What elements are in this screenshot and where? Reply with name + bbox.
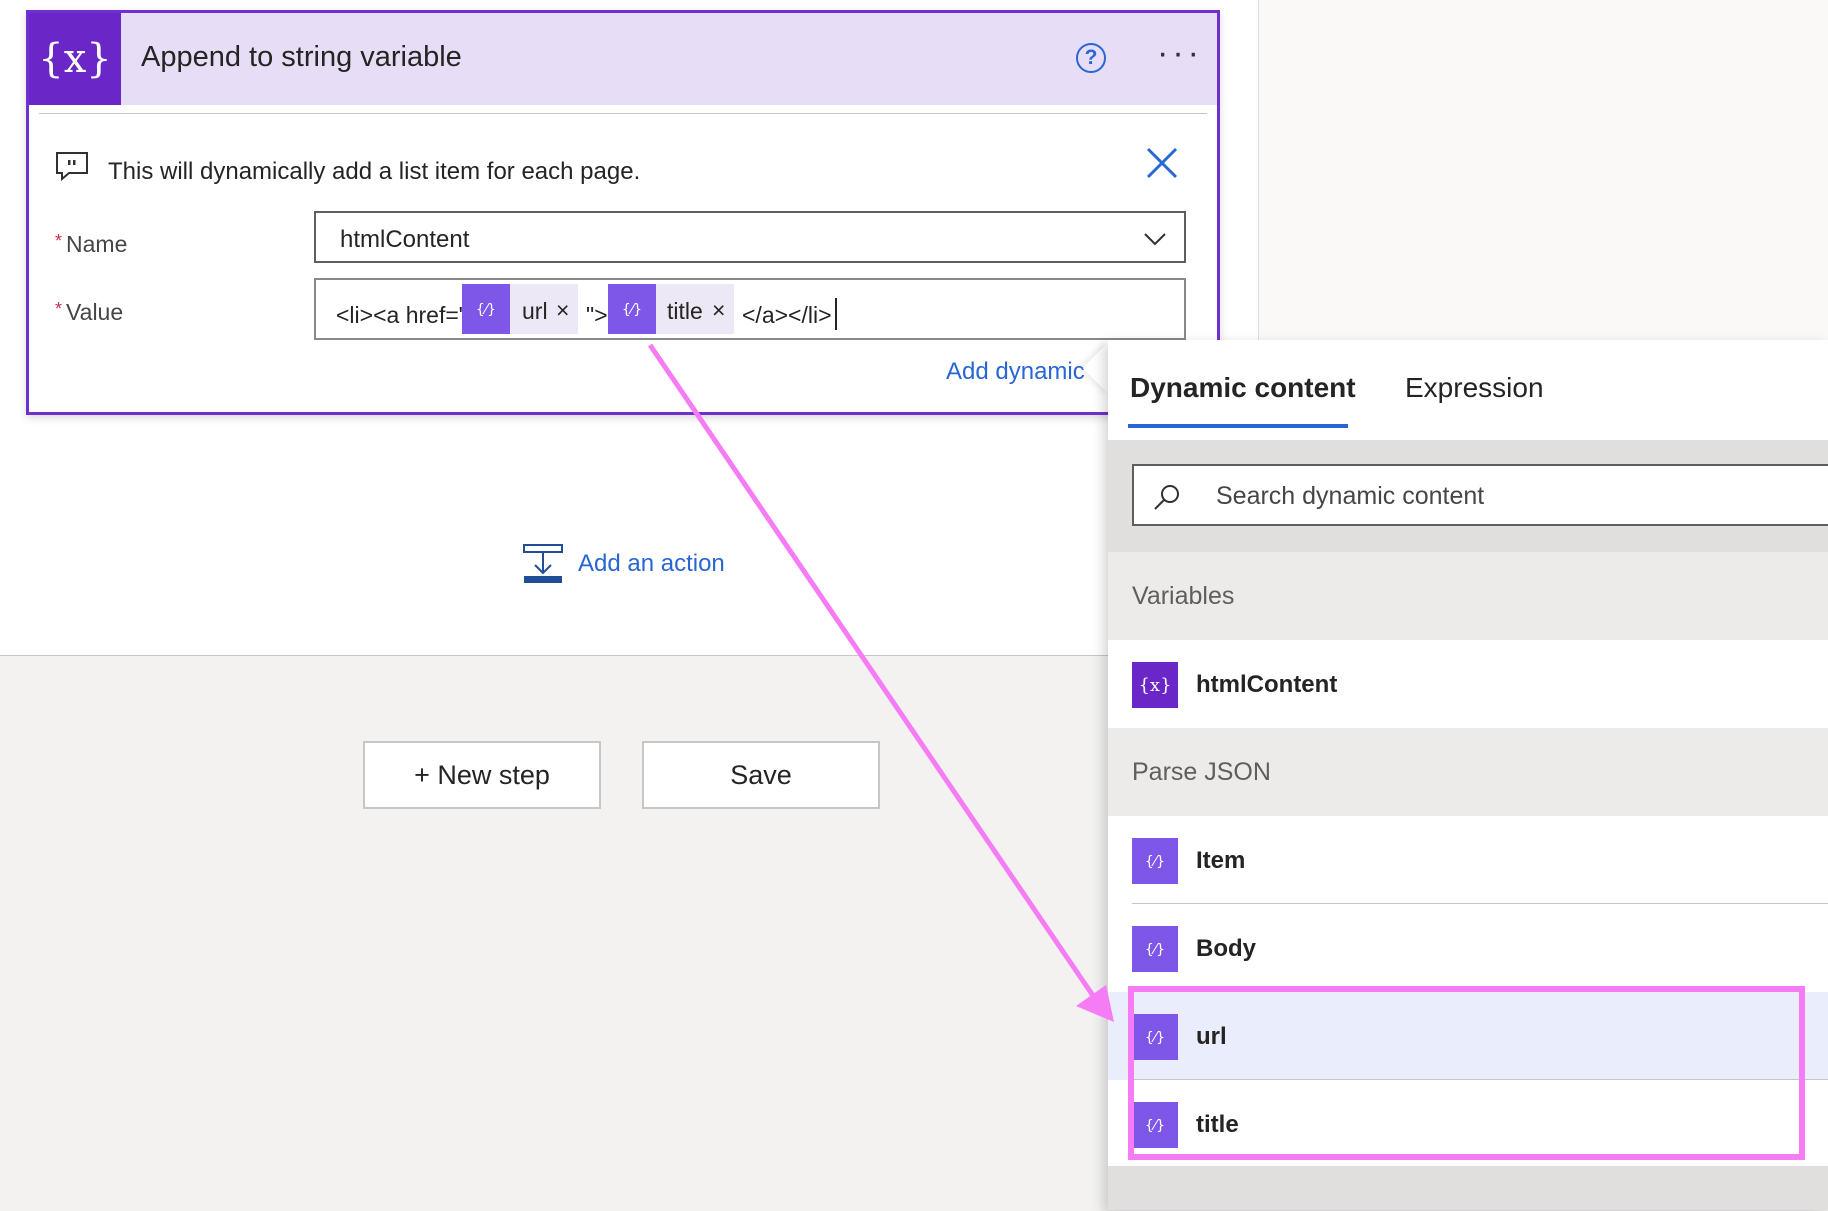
name-dropdown[interactable]: htmlContent [314, 211, 1186, 263]
section-parse-json-title: Parse JSON [1132, 758, 1271, 786]
svg-text:{⁄}: {⁄} [622, 302, 642, 318]
value-field[interactable]: <li><a href=" {⁄} url × "> {⁄} title × <… [314, 278, 1186, 340]
token-title-label: title [667, 298, 703, 324]
value-text-suffix: </a></li> [742, 302, 832, 328]
list-item-htmlcontent[interactable]: {x} htmlContent [1108, 640, 1828, 728]
tab-expression[interactable]: Expression [1405, 372, 1544, 404]
search-area [1108, 440, 1828, 552]
section-variables: Variables [1108, 552, 1828, 640]
value-text-middle: "> [586, 302, 608, 328]
remove-token-title-icon[interactable]: × [712, 297, 725, 324]
section-variables-title: Variables [1132, 582, 1235, 610]
more-options-icon[interactable]: ··· [1157, 36, 1203, 70]
list-item-label: htmlContent [1196, 671, 1338, 698]
highlight-box [1128, 986, 1805, 1160]
panel-bottom-strip [1108, 1166, 1828, 1210]
card-title: Append to string variable [141, 41, 462, 73]
text-caret [835, 298, 837, 330]
comment-icon [56, 152, 88, 181]
svg-text:{⁄}: {⁄} [476, 302, 496, 318]
parse-json-icon: {⁄} [1132, 838, 1178, 884]
list-item-label: Body [1196, 935, 1256, 962]
remove-token-url-icon[interactable]: × [556, 297, 569, 324]
name-dropdown-value: htmlContent [340, 226, 470, 253]
svg-text:{x}: {x} [1138, 675, 1171, 696]
add-action-icon [523, 544, 563, 583]
section-parse-json: Parse JSON [1108, 728, 1828, 816]
value-label: * Value [55, 299, 124, 325]
close-icon[interactable] [1142, 143, 1182, 183]
svg-text:{⁄}: {⁄} [1145, 854, 1165, 870]
tab-dynamic-content[interactable]: Dynamic content [1130, 372, 1356, 404]
active-tab-indicator [1128, 424, 1348, 428]
parse-json-icon: {⁄} [608, 284, 656, 334]
new-step-button[interactable]: + New step [363, 741, 601, 809]
search-icon [1154, 485, 1179, 510]
parse-json-icon: {⁄} [462, 284, 510, 334]
chevron-down-icon[interactable] [1142, 225, 1168, 251]
dynamic-token-url[interactable]: {⁄} url × [462, 284, 578, 334]
list-item-item[interactable]: {⁄} Item [1108, 816, 1828, 904]
save-button[interactable]: Save [642, 741, 880, 809]
variable-icon: {x} [1132, 662, 1178, 708]
name-label: * Name [55, 231, 128, 257]
list-item-body[interactable]: {⁄} Body [1108, 904, 1828, 992]
parse-json-icon: {⁄} [1132, 926, 1178, 972]
card-divider [39, 113, 1207, 114]
list-item-label: Item [1196, 847, 1246, 874]
comment-text: This will dynamically add a list item fo… [108, 158, 641, 185]
add-an-action-label: Add an action [578, 550, 725, 577]
dynamic-token-title[interactable]: {⁄} title × [608, 284, 734, 334]
token-url-label: url [522, 298, 548, 324]
svg-text:{⁄}: {⁄} [1145, 942, 1165, 958]
help-icon[interactable]: ? [1076, 43, 1106, 73]
card-header[interactable]: {x} Append to string variable ? ··· [29, 13, 1217, 105]
variable-icon: {x} [29, 13, 121, 105]
append-to-string-variable-card[interactable]: {x} Append to string variable ? ··· This… [26, 10, 1220, 415]
search-input[interactable] [1214, 481, 1778, 512]
value-text-prefix: <li><a href=" [336, 302, 467, 328]
search-box[interactable] [1132, 464, 1828, 526]
add-an-action-link[interactable]: Add an action [522, 543, 725, 585]
